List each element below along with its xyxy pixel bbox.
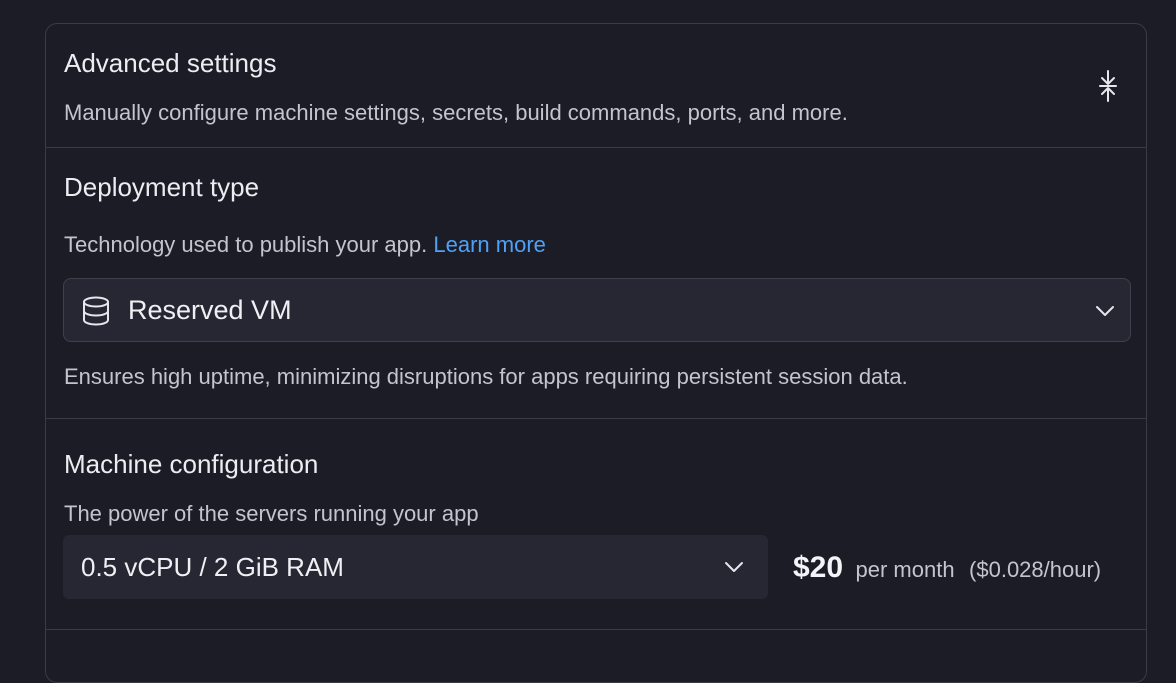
advanced-settings-title: Advanced settings <box>64 48 277 78</box>
machine-price: $20 per month ($0.028/hour) <box>793 551 1101 585</box>
machine-configuration-selected: 0.5 vCPU / 2 GiB RAM <box>81 552 344 582</box>
machine-configuration-title: Machine configuration <box>64 449 319 479</box>
deployment-type-selected: Reserved VM <box>128 295 292 325</box>
learn-more-link[interactable]: Learn more <box>433 232 546 257</box>
deployment-type-title: Deployment type <box>64 172 260 202</box>
advanced-settings-header: Advanced settings Manually configure mac… <box>46 24 1146 148</box>
price-unit: per month <box>855 557 955 582</box>
advanced-settings-description: Manually configure machine settings, sec… <box>64 100 848 125</box>
machine-configuration-select[interactable]: 0.5 vCPU / 2 GiB RAM <box>63 535 768 599</box>
price-hourly: ($0.028/hour) <box>969 557 1102 582</box>
deployment-type-note: Ensures high uptime, minimizing disrupti… <box>64 364 908 389</box>
database-icon <box>83 296 109 326</box>
deployment-type-description: Technology used to publish your app. Lea… <box>64 232 546 258</box>
chevron-down-icon <box>1096 306 1114 316</box>
chevron-down-icon <box>725 562 743 572</box>
price-amount: $20 <box>793 551 844 584</box>
machine-configuration-description: The power of the servers running your ap… <box>64 501 479 526</box>
collapse-button[interactable] <box>1090 66 1126 106</box>
advanced-settings-panel: Advanced settings Manually configure mac… <box>45 23 1147 683</box>
collapse-vertical-icon <box>1099 70 1117 102</box>
deployment-type-section: Deployment type Technology used to publi… <box>46 148 1146 419</box>
machine-configuration-section: Machine configuration The power of the s… <box>46 419 1146 630</box>
deployment-type-select[interactable]: Reserved VM <box>63 278 1131 342</box>
deployment-type-description-text: Technology used to publish your app. <box>64 232 428 257</box>
